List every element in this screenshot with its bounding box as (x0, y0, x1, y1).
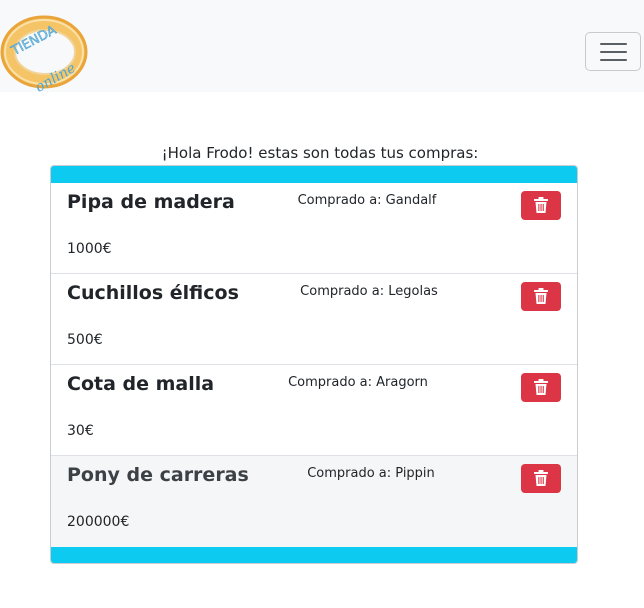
hamburger-icon (600, 43, 627, 61)
delete-button[interactable] (521, 373, 561, 402)
item-price: 30€ (67, 423, 94, 439)
item-seller: Comprado a: Aragorn (288, 375, 428, 390)
item-name: Cota de malla (67, 373, 215, 395)
delete-button[interactable] (521, 191, 561, 220)
item-seller: Comprado a: Pippin (307, 466, 435, 481)
item-price: 500€ (67, 332, 103, 348)
trash-icon (534, 470, 548, 486)
item-seller: Comprado a: Legolas (300, 284, 438, 299)
item-name: Cuchillos élficos (67, 282, 239, 304)
item-name: Pipa de madera (67, 191, 235, 213)
card-footer (51, 547, 577, 563)
navbar-toggle-button[interactable] (585, 32, 641, 71)
delete-button[interactable] (521, 464, 561, 493)
trash-icon (534, 288, 548, 304)
list-item: Pipa de madera Comprado a: Gandalf 1000€ (51, 183, 577, 274)
item-seller: Comprado a: Gandalf (297, 193, 437, 208)
trash-icon (534, 379, 548, 395)
purchases-card: Pipa de madera Comprado a: Gandalf 1000€… (50, 165, 578, 564)
navbar: TIENDA online (0, 0, 644, 92)
list-item: Cota de malla Comprado a: Aragorn 30€ (51, 365, 577, 456)
list-item: Pony de carreras Comprado a: Pippin 2000… (51, 456, 577, 547)
brand-logo[interactable]: TIENDA online (0, 8, 90, 92)
item-price: 1000€ (67, 241, 112, 257)
list-item: Cuchillos élficos Comprado a: Legolas 50… (51, 274, 577, 365)
item-price: 200000€ (67, 514, 130, 530)
trash-icon (534, 197, 548, 213)
greeting-text: ¡Hola Frodo! estas son todas tus compras… (161, 144, 479, 162)
card-header (51, 166, 577, 183)
delete-button[interactable] (521, 282, 561, 311)
item-name: Pony de carreras (67, 464, 249, 486)
